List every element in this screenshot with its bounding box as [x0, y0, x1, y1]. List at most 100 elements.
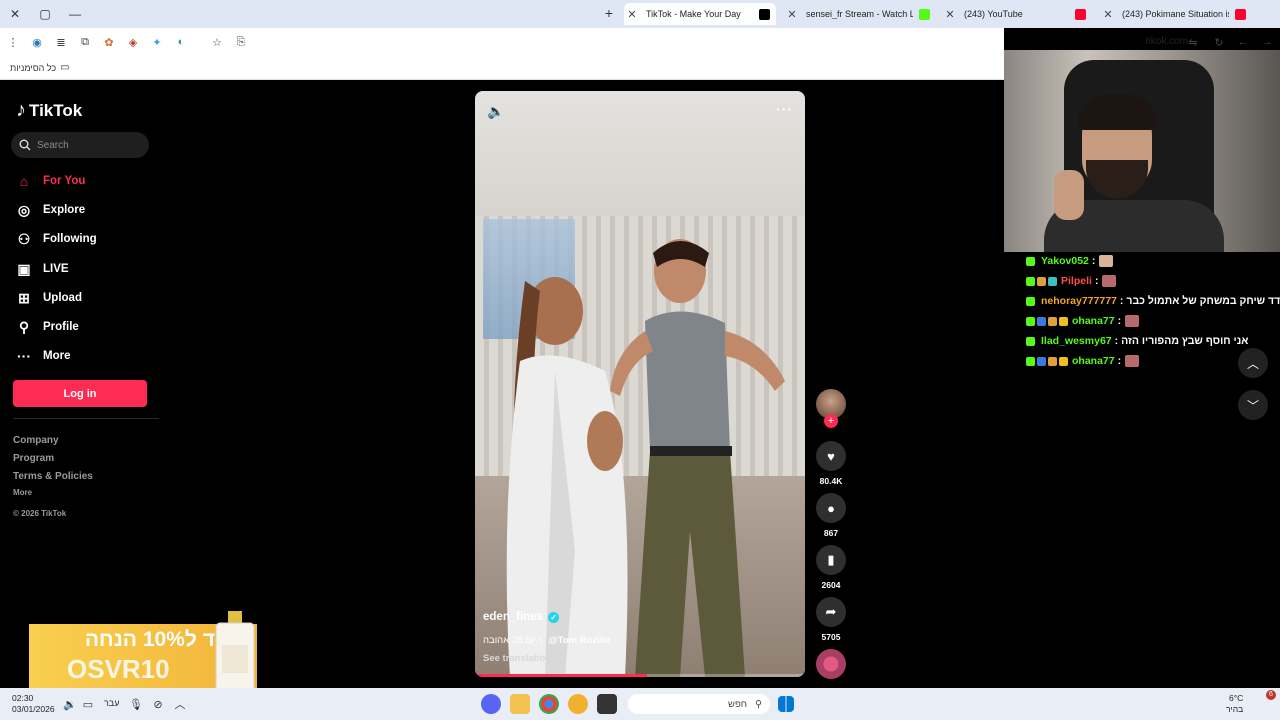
- notification-badge[interactable]: 6: [1266, 690, 1276, 700]
- video-author[interactable]: eden_fines ✓: [483, 611, 560, 623]
- chat-message: nehoray777777 : עודד שיחק במשחק של אתמול…: [1026, 293, 1280, 309]
- youtube-favicon-icon: [1075, 8, 1086, 20]
- save-action[interactable]: ▮ 2604: [815, 545, 847, 590]
- chat-colon: :: [1094, 275, 1099, 287]
- video-person-dancer: [610, 239, 785, 677]
- login-button[interactable]: Log in: [13, 380, 147, 407]
- youtube-favicon-icon: [1235, 8, 1246, 20]
- search-input[interactable]: Search: [11, 132, 149, 158]
- next-video-button[interactable]: ﹀: [1238, 390, 1268, 420]
- follow-plus-icon[interactable]: +: [824, 414, 838, 428]
- kick-badge-icon: [1026, 356, 1035, 366]
- nav-live[interactable]: ▣ LIVE: [15, 259, 68, 279]
- chat-username[interactable]: ohana77: [1072, 315, 1115, 327]
- input-language[interactable]: עבר: [104, 698, 119, 708]
- home-icon: ⌂: [19, 173, 29, 189]
- chat-colon: :: [1117, 355, 1122, 367]
- extension-icon[interactable]: ≣: [50, 31, 72, 53]
- windows-start-icon[interactable]: [778, 696, 794, 712]
- close-window-button[interactable]: ✕: [0, 0, 30, 28]
- nav-profile[interactable]: ⚲ Profile: [15, 317, 79, 337]
- comment-action[interactable]: ● 867: [815, 493, 847, 538]
- file-explorer-icon[interactable]: [510, 694, 530, 714]
- extension-blue-icon[interactable]: ✦: [146, 31, 168, 53]
- chat-username[interactable]: ohana77: [1072, 355, 1115, 367]
- extension-orange-icon[interactable]: ✿: [98, 31, 120, 53]
- discord-app-icon[interactable]: [481, 694, 501, 714]
- chat-username[interactable]: Ilad_wesmy67: [1041, 335, 1112, 347]
- network-tray-icon[interactable]: ▭: [80, 696, 96, 712]
- caption-mention-link[interactable]: @Tom Rozilio: [548, 635, 610, 646]
- video-progress-fill: [475, 674, 647, 677]
- footer-terms-link[interactable]: Terms & Policies: [13, 471, 93, 482]
- nav-following[interactable]: ⚇ Following: [15, 229, 97, 249]
- taskbar-search[interactable]: חפש ⚲: [628, 694, 770, 714]
- footer-company-link[interactable]: Company: [13, 435, 59, 446]
- tiktok-logo[interactable]: ♪ TikTok: [16, 99, 82, 122]
- install-app-icon[interactable]: ⎘: [230, 31, 252, 53]
- chat-colon: :: [1091, 255, 1096, 267]
- chat-message: ohana77 :: [1026, 313, 1140, 329]
- microphone-tray-icon[interactable]: 🎙: [128, 696, 144, 712]
- nav-upload[interactable]: ⊞ Upload: [15, 288, 82, 308]
- tiktok-favicon-icon: [759, 8, 770, 20]
- chat-text: עודד שיחק במשחק של אתמול כבר: [1126, 295, 1280, 307]
- chat-username[interactable]: Yakov052: [1041, 255, 1089, 267]
- chat-username[interactable]: nehoray777777: [1041, 295, 1117, 307]
- following-icon: ⚇: [17, 230, 31, 247]
- close-icon[interactable]: ✕: [1100, 8, 1116, 21]
- extension-green-icon[interactable]: ◐: [170, 31, 192, 53]
- volume-tray-icon[interactable]: 🔉: [62, 696, 78, 712]
- puzzle-extensions-icon[interactable]: ⧉: [74, 31, 96, 53]
- chat-colon: :: [1119, 295, 1124, 307]
- close-icon[interactable]: ✕: [942, 8, 958, 21]
- see-translation-link[interactable]: See translation: [483, 653, 551, 664]
- chat-message: Yakov052 :: [1026, 253, 1114, 269]
- app-circle-icon[interactable]: [568, 694, 588, 714]
- video-more-options-icon[interactable]: ···: [776, 101, 793, 117]
- share-action[interactable]: ➦ 5705: [815, 597, 847, 642]
- eye-off-tray-icon[interactable]: ⊘: [150, 696, 166, 712]
- previous-video-button[interactable]: ︿: [1238, 348, 1268, 378]
- tiktok-note-icon: ♪: [16, 99, 26, 121]
- gem-badge-icon: [1037, 356, 1046, 366]
- tab-youtube[interactable]: ✕ (243) YouTube: [942, 3, 1092, 25]
- taskbar-clock[interactable]: 02:30 03/01/2026: [12, 693, 55, 715]
- video-progress-bar[interactable]: [475, 674, 805, 677]
- footer-program-link[interactable]: Program: [13, 453, 54, 464]
- live-icon: ▣: [17, 260, 31, 277]
- weather-widget[interactable]: 6°C בהיר: [1226, 693, 1243, 715]
- minimize-window-button[interactable]: —: [60, 0, 90, 28]
- menu-kebab-icon[interactable]: ⋮: [2, 31, 24, 53]
- maximize-window-button[interactable]: ▢: [30, 0, 60, 28]
- promo-code: OSVR10: [67, 654, 170, 684]
- bookmarks-all-label[interactable]: כל הסימניות: [10, 63, 56, 73]
- nav-for-you[interactable]: ⌂ For You: [15, 171, 86, 191]
- chevron-up-tray-icon[interactable]: ︿: [172, 696, 188, 712]
- tab-tiktok[interactable]: ✕ TikTok - Make Your Day: [624, 3, 776, 25]
- chevron-up-icon: ︿: [1246, 356, 1259, 371]
- music-disc-icon[interactable]: [816, 649, 846, 679]
- close-icon[interactable]: ✕: [624, 8, 640, 21]
- video-player[interactable]: 🔈 ··· eden_fines ✓ היום 28 אהובה @Tom Ro…: [475, 91, 805, 677]
- nav-more[interactable]: ··· More: [15, 346, 70, 366]
- terminal-app-icon[interactable]: [597, 694, 617, 714]
- footer-more-link[interactable]: More: [13, 488, 32, 497]
- close-icon[interactable]: ✕: [784, 8, 800, 21]
- extension-red-icon[interactable]: ◈: [122, 31, 144, 53]
- like-action[interactable]: ♥ 80.4K: [815, 441, 847, 486]
- gift-badge-icon: [1048, 276, 1057, 286]
- bookmark-star-icon[interactable]: ☆: [206, 31, 228, 53]
- webcam-hand: [1054, 170, 1084, 220]
- volume-icon[interactable]: 🔈: [487, 103, 505, 121]
- chat-username[interactable]: Pilpeli: [1061, 275, 1092, 287]
- tab-youtube-pokimane[interactable]: ✕ (243) Pokimane Situation is Pat: [1100, 3, 1252, 25]
- new-tab-button[interactable]: +: [600, 4, 618, 22]
- share-icon: ➦: [816, 597, 846, 627]
- chrome-app-icon[interactable]: [539, 694, 559, 714]
- video-caption: היום 28 אהובה @Tom Rozilio: [483, 635, 611, 646]
- profile-avatar-icon[interactable]: ◉: [26, 31, 48, 53]
- bookmarks-bar: כל הסימניות ▭: [0, 56, 1004, 80]
- tab-kick[interactable]: ✕ sensei_fr Stream - Watch Live o: [784, 3, 936, 25]
- nav-explore[interactable]: ◎ Explore: [15, 200, 85, 220]
